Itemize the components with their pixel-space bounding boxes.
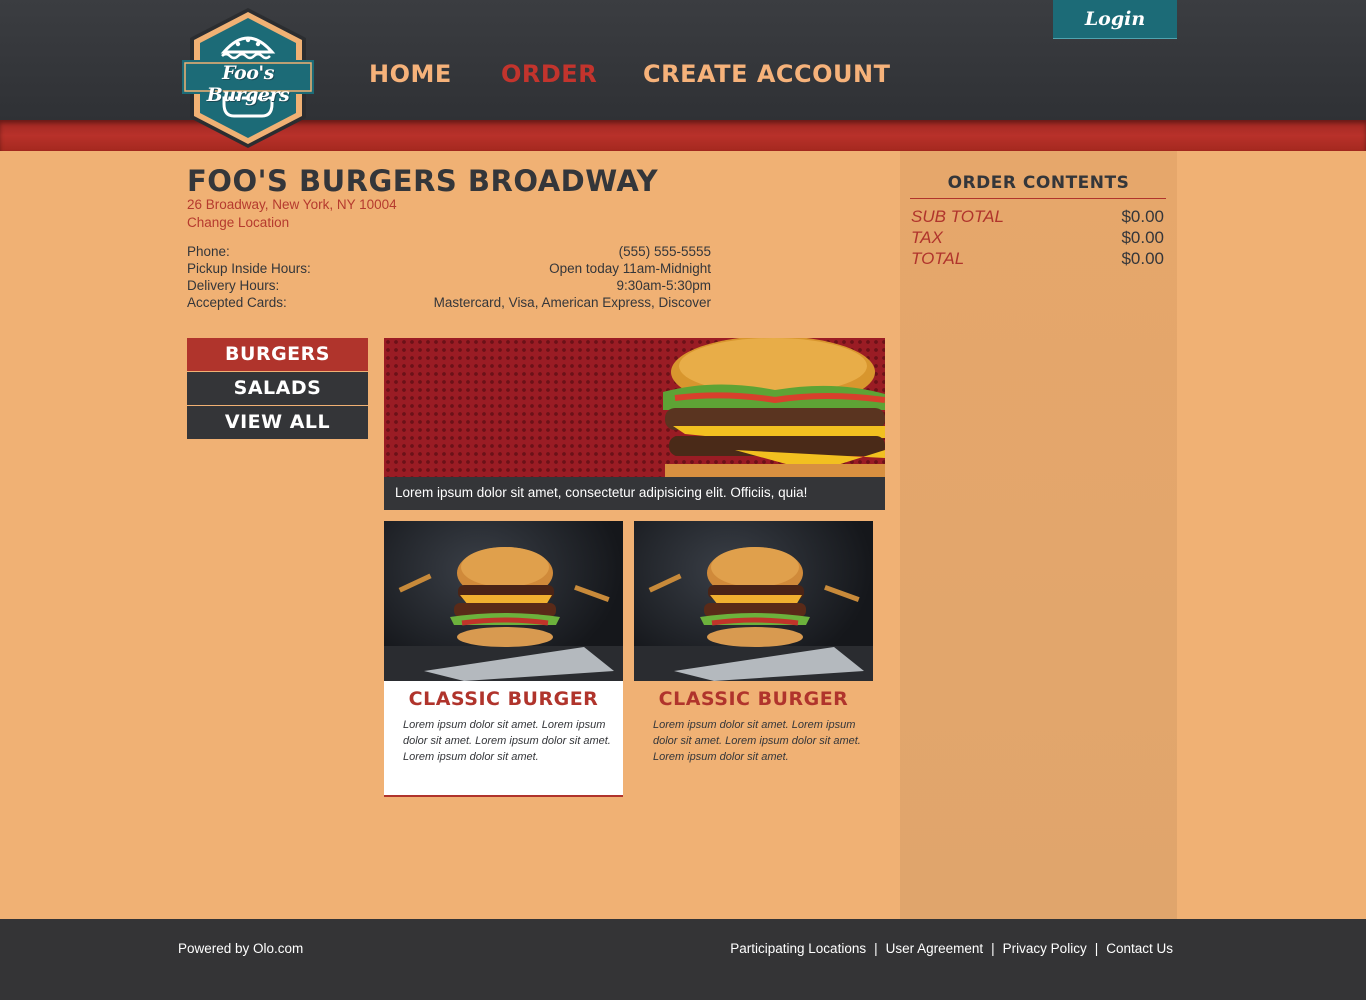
footer-link-contact-us[interactable]: Contact Us <box>1106 941 1173 956</box>
order-title: Order Contents <box>947 173 1130 193</box>
footer-link-user-agreement[interactable]: User Agreement <box>886 941 984 956</box>
info-value: 9:30am-5:30pm <box>616 278 711 293</box>
footer-separator: | <box>874 941 878 956</box>
category-salads[interactable]: Salads <box>187 372 368 406</box>
order-row-subtotal: Sub Total $0.00 <box>911 207 1164 228</box>
info-row-delivery-hours: Delivery Hours: 9:30am-5:30pm <box>187 278 711 295</box>
footer-separator: | <box>991 941 995 956</box>
logo-text: Foo's Burgers <box>206 62 290 106</box>
info-row-accepted-cards: Accepted Cards: Mastercard, Visa, Americ… <box>187 295 711 312</box>
store-info-table: Phone: (555) 555-5555 Pickup Inside Hour… <box>187 244 711 312</box>
order-row-tax: Tax $0.00 <box>911 228 1164 249</box>
order-label: Tax <box>911 228 943 247</box>
footer-separator: | <box>1094 941 1099 956</box>
product-description: Lorem ipsum dolor sit amet. Lorem ipsum … <box>653 719 861 763</box>
burger-photo-icon <box>634 547 873 681</box>
store-name: Foo's Burgers Broadway <box>187 164 659 198</box>
footer-links: Participating Locations | User Agreement… <box>730 941 1173 956</box>
product-card[interactable]: Classic Burger Lorem ipsum dolor sit ame… <box>384 521 623 797</box>
info-row-pickup-hours: Pickup Inside Hours: Open today 11am-Mid… <box>187 261 711 278</box>
category-menu: Burgers Salads View All <box>187 338 368 440</box>
info-value: Open today 11am-Midnight <box>549 261 711 276</box>
order-contents-panel: Order Contents Sub Total $0.00 Tax $0.00… <box>900 151 1177 919</box>
hero-banner[interactable]: Lorem ipsum dolor sit amet, consectetur … <box>384 338 885 510</box>
info-label: Accepted Cards: <box>187 295 287 310</box>
order-value: $0.00 <box>1121 207 1164 226</box>
nav-create-account[interactable]: Create Account <box>643 60 890 88</box>
hero-caption: Lorem ipsum dolor sit amet, consectetur … <box>384 477 885 510</box>
order-totals: Sub Total $0.00 Tax $0.00 Total $0.00 <box>911 207 1164 270</box>
product-card[interactable]: Classic Burger Lorem ipsum dolor sit ame… <box>634 521 873 763</box>
info-label: Delivery Hours: <box>187 278 280 293</box>
burger-photo-icon <box>384 547 623 681</box>
brand-logo[interactable]: Foo's Burgers <box>182 6 314 150</box>
order-value: $0.00 <box>1121 228 1164 247</box>
order-divider <box>910 198 1166 199</box>
powered-by-text: Powered by Olo.com <box>178 941 304 956</box>
info-value: (555) 555-5555 <box>618 244 711 259</box>
footer-link-participating-locations[interactable]: Participating Locations <box>730 941 866 956</box>
order-label: Sub Total <box>911 207 1004 226</box>
order-label: Total <box>911 249 965 268</box>
product-description: Lorem ipsum dolor sit amet. Lorem ipsum … <box>403 719 611 763</box>
info-row-phone: Phone: (555) 555-5555 <box>187 244 711 261</box>
product-image <box>384 521 623 681</box>
info-value: Mastercard, Visa, American Express, Disc… <box>433 295 711 310</box>
site-footer: Powered by Olo.com Participating Locatio… <box>0 919 1366 1000</box>
info-label: Pickup Inside Hours: <box>187 261 311 276</box>
change-location-link[interactable]: Change Location <box>187 215 289 230</box>
hero-image <box>384 338 885 477</box>
info-label: Phone: <box>187 244 230 259</box>
store-address: 26 Broadway, New York, NY 10004 <box>187 197 397 212</box>
nav-home[interactable]: Home <box>369 60 452 88</box>
login-button[interactable]: Login <box>1053 0 1177 39</box>
product-title: Classic Burger <box>408 688 599 710</box>
category-burgers[interactable]: Burgers <box>187 338 368 372</box>
product-image <box>634 521 873 681</box>
hero-burger-icon <box>663 338 885 477</box>
nav-order[interactable]: Order <box>501 60 597 88</box>
category-view-all[interactable]: View All <box>187 406 368 440</box>
product-title: Classic Burger <box>658 688 849 710</box>
footer-link-privacy-policy[interactable]: Privacy Policy <box>1003 941 1087 956</box>
order-row-total: Total $0.00 <box>911 249 1164 270</box>
order-value: $0.00 <box>1121 249 1164 268</box>
